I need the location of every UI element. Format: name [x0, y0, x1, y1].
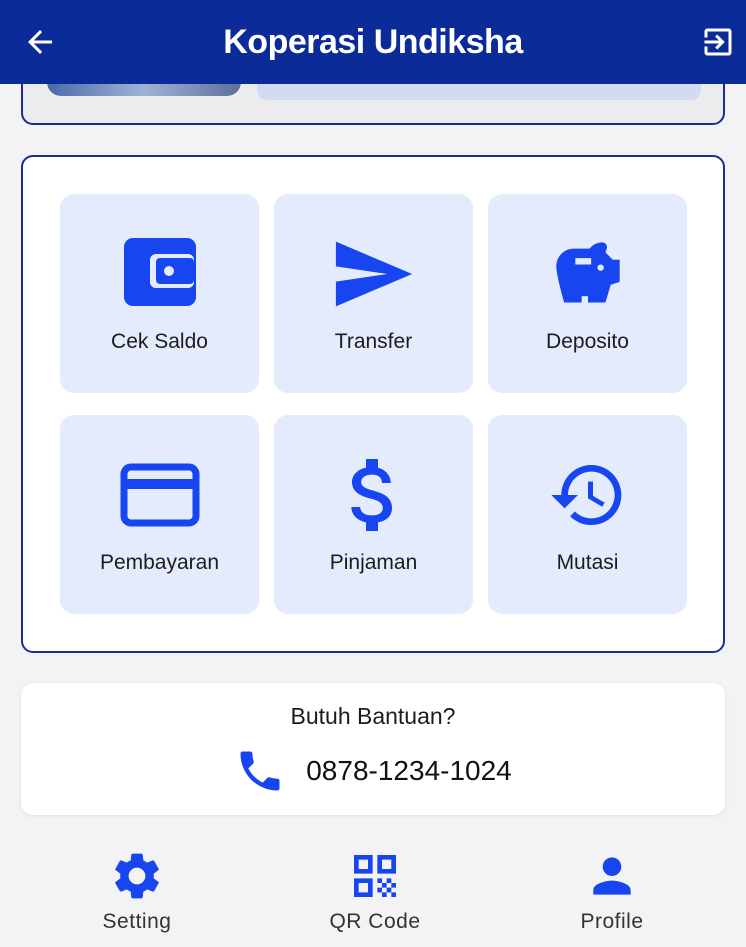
logout-icon[interactable] [700, 24, 736, 60]
menu-tile-transfer[interactable]: Transfer [274, 194, 473, 393]
phone-number: 0878-1234-1024 [306, 755, 512, 786]
menu-tile-deposito[interactable]: Deposito [488, 194, 687, 393]
app-bar: Koperasi Undiksha [0, 0, 746, 84]
menu-label: Deposito [546, 330, 629, 353]
nav-item-qr-code[interactable]: QR Code [295, 848, 455, 934]
history-icon [548, 455, 628, 535]
phone-icon [240, 751, 280, 791]
help-card: Butuh Bantuan? 0878-1234-1024 [21, 683, 725, 815]
person-icon [593, 857, 631, 895]
page-title: Koperasi Undiksha [223, 22, 523, 61]
menu-card: Cek Saldo Transfer Deposito Pembayaran P… [21, 155, 725, 653]
menu-tile-cek-saldo[interactable]: Cek Saldo [60, 194, 259, 393]
menu-label: Cek Saldo [111, 330, 208, 353]
nav-item-profile[interactable]: Profile [532, 848, 692, 934]
send-icon [334, 234, 414, 314]
nav-label: Profile [580, 910, 644, 933]
bottom-navigation: Setting QR Code Profile [0, 840, 746, 947]
help-question: Butuh Bantuan? [290, 703, 456, 729]
piggy-bank-icon [548, 234, 628, 314]
help-phone-row[interactable]: 0878-1234-1024 [21, 745, 725, 797]
back-arrow-icon[interactable] [22, 24, 58, 60]
dollar-icon [334, 455, 414, 535]
nav-label: QR Code [329, 910, 421, 933]
wallet-icon [120, 234, 200, 314]
menu-tile-pembayaran[interactable]: Pembayaran [60, 415, 259, 614]
menu-tile-mutasi[interactable]: Mutasi [488, 415, 687, 614]
menu-label: Transfer [334, 330, 413, 353]
credit-card-icon [120, 455, 200, 535]
nav-item-setting[interactable]: Setting [57, 848, 217, 934]
menu-label: Pembayaran [99, 551, 220, 574]
qr-code-icon [354, 855, 396, 897]
menu-label: Pinjaman [329, 551, 418, 574]
nav-label: Setting [102, 910, 172, 933]
menu-label: Mutasi [556, 551, 619, 574]
menu-tile-pinjaman[interactable]: Pinjaman [274, 415, 473, 614]
gear-icon [115, 853, 159, 899]
